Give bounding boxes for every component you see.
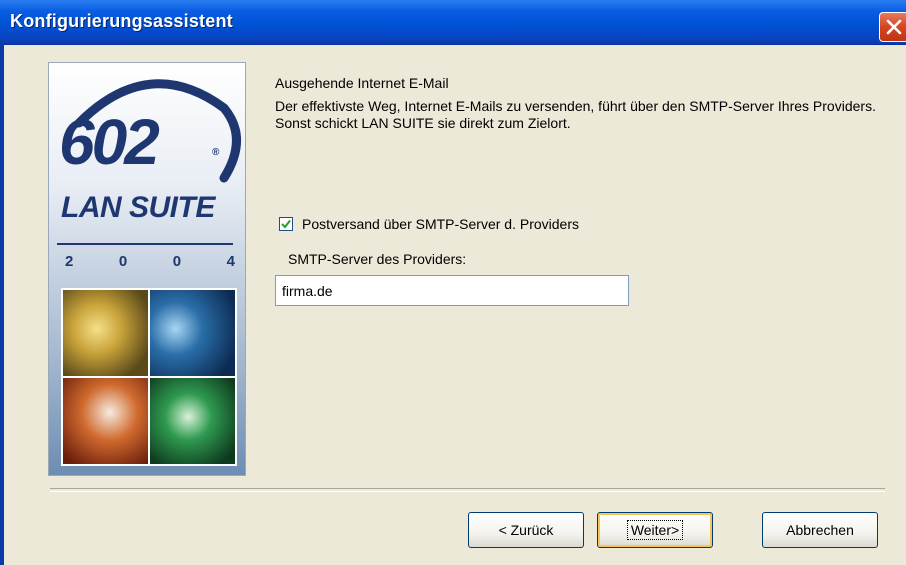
next-button-label: Weiter> xyxy=(626,520,684,540)
smtp-server-label: SMTP-Server des Providers: xyxy=(288,251,467,267)
smtp-provider-checkbox-label[interactable]: Postversand über SMTP-Server d. Provider… xyxy=(302,216,579,232)
photo-globe-icon xyxy=(150,290,235,376)
registered-mark: ® xyxy=(212,147,220,158)
close-icon xyxy=(886,19,902,35)
section-description: Der effektivste Weg, Internet E-Mails zu… xyxy=(275,98,876,131)
window-title: Konfigurierungsassistent xyxy=(10,11,233,31)
title-bar[interactable]: Konfigurierungsassistent xyxy=(0,0,906,45)
checkmark-icon xyxy=(281,219,291,229)
smtp-server-input[interactable] xyxy=(275,275,629,306)
next-button[interactable]: Weiter> xyxy=(597,512,713,548)
year-digit: 0 xyxy=(118,253,128,270)
cancel-button-label: Abbrechen xyxy=(786,522,854,538)
button-separator xyxy=(50,488,885,492)
back-button-label: < Zurück xyxy=(498,522,554,538)
section-heading: Ausgehende Internet E-Mail xyxy=(275,75,449,91)
year-digit: 2 xyxy=(65,253,74,270)
year-digit: 4 xyxy=(226,253,235,270)
back-button[interactable]: < Zurück xyxy=(468,512,584,548)
photo-network-icon xyxy=(63,290,148,376)
photo-fax-icon xyxy=(63,378,148,464)
banner-year: 2 0 0 4 xyxy=(65,253,235,270)
product-name: LAN SUITE xyxy=(61,191,215,224)
banner-photo-grid xyxy=(61,288,237,466)
logo-602: 602 xyxy=(59,106,160,178)
year-digit: 0 xyxy=(172,253,182,270)
photo-eye-icon xyxy=(150,378,235,464)
cancel-button[interactable]: Abbrechen xyxy=(762,512,878,548)
product-banner: 602 ® LAN SUITE 2 0 0 4 xyxy=(48,62,246,476)
wizard-client-area: 602 ® LAN SUITE 2 0 0 4 Ausgehende Inter… xyxy=(4,45,906,565)
banner-divider xyxy=(57,243,233,245)
close-button[interactable] xyxy=(879,12,906,42)
wizard-window: Konfigurierungsassistent 602 ® LAN SUITE… xyxy=(0,0,906,565)
smtp-provider-checkbox[interactable] xyxy=(279,217,293,231)
